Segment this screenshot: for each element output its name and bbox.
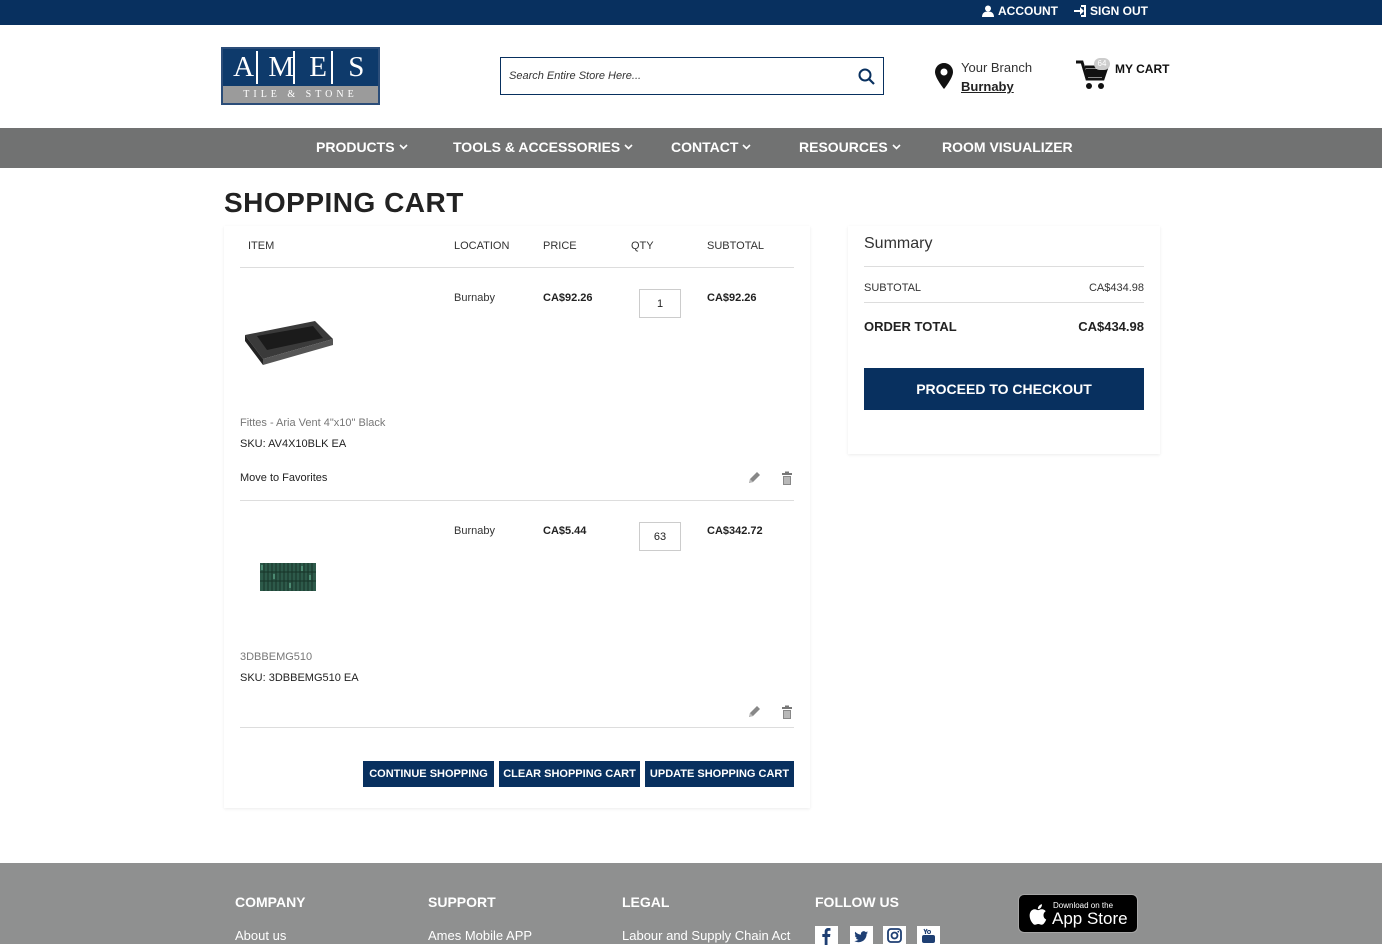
pencil-icon[interactable] — [747, 471, 761, 485]
nav-products[interactable]: PRODUCTS — [316, 139, 408, 155]
item-price: CA$5.44 — [543, 525, 587, 537]
logo-letters: A M E S — [223, 49, 378, 86]
logo-letter: E — [306, 51, 333, 84]
item-price: CA$92.26 — [543, 292, 593, 304]
chevron-down-icon — [892, 144, 901, 150]
nav-room-visualizer[interactable]: ROOM VISUALIZER — [942, 139, 1073, 155]
site-footer: COMPANY SUPPORT LEGAL FOLLOW US About us… — [0, 863, 1382, 946]
ames-logo[interactable]: A M E S TILE & STONE — [221, 47, 380, 105]
nav-resources-label: RESOURCES — [799, 139, 888, 155]
proceed-to-checkout-button[interactable]: PROCEED TO CHECKOUT — [864, 368, 1144, 410]
footer-heading-legal: LEGAL — [622, 894, 670, 910]
order-total-value: CA$434.98 — [1078, 319, 1144, 334]
clear-shopping-cart-button[interactable]: CLEAR SHOPPING CART — [499, 761, 640, 787]
nav-tools-accessories[interactable]: TOOLS & ACCESSORIES — [453, 139, 633, 155]
item-subtotal: CA$342.72 — [707, 525, 763, 537]
column-header-item: ITEM — [248, 240, 275, 252]
site-header: A M E S TILE & STONE Your Branch Burnaby… — [0, 25, 1382, 128]
nav-resources[interactable]: RESOURCES — [799, 139, 901, 155]
app-store-big-text: App Store — [1052, 909, 1128, 928]
item-sku: SKU: 3DBBEMG510 EA — [240, 672, 359, 684]
account-link[interactable]: ACCOUNT — [981, 4, 1058, 18]
summary-title: Summary — [864, 235, 933, 252]
youtube-icon[interactable] — [917, 926, 940, 946]
divider — [864, 266, 1144, 267]
top-bar: ACCOUNT SIGN OUT — [0, 0, 1382, 25]
cart-items-panel: ITEM LOCATION PRICE QTY SUBTOTAL Burnaby… — [224, 226, 810, 808]
nav-products-label: PRODUCTS — [316, 139, 395, 155]
divider — [240, 267, 794, 268]
logo-letter: S — [348, 51, 365, 83]
move-to-favorites-link[interactable]: Move to Favorites — [240, 472, 327, 484]
nav-contact-label: CONTACT — [671, 139, 739, 155]
column-header-subtotal: SUBTOTAL — [707, 240, 765, 252]
product-name-link[interactable]: 3DBBEMG510 — [240, 651, 312, 663]
order-total-label: ORDER TOTAL — [864, 319, 957, 334]
twitter-icon[interactable] — [850, 926, 873, 946]
my-cart-link[interactable]: 64 MY CART — [1075, 58, 1175, 94]
footer-link-mobile-app[interactable]: Ames Mobile APP — [428, 928, 532, 943]
cart-item-row: Burnaby CA$92.26 CA$92.26 Fittes - Aria … — [224, 273, 810, 500]
item-subtotal: CA$92.26 — [707, 292, 757, 304]
branch-label: Your Branch — [961, 60, 1033, 75]
summary-subtotal-label: SUBTOTAL — [864, 282, 922, 294]
divider — [240, 500, 794, 501]
column-header-location: LOCATION — [454, 240, 510, 252]
summary-subtotal-value: CA$434.98 — [1088, 282, 1144, 294]
sign-out-link[interactable]: SIGN OUT — [1073, 4, 1148, 18]
quantity-input[interactable] — [639, 289, 681, 318]
divider — [240, 727, 794, 728]
divider — [864, 302, 1144, 303]
chevron-down-icon — [398, 144, 408, 150]
product-name-link[interactable]: Fittes - Aria Vent 4"x10" Black — [240, 417, 385, 429]
product-image-tile[interactable] — [260, 563, 316, 591]
trash-icon[interactable] — [780, 471, 794, 485]
top-links: ACCOUNT SIGN OUT — [981, 4, 1148, 18]
item-location: Burnaby — [454, 525, 495, 537]
chevron-down-icon — [624, 144, 633, 150]
nav-room-label: ROOM VISUALIZER — [942, 139, 1073, 155]
logo-letter: A — [231, 51, 259, 84]
sign-out-icon — [1073, 5, 1086, 17]
continue-shopping-button[interactable]: CONTINUE SHOPPING — [363, 761, 494, 787]
footer-heading-support: SUPPORT — [428, 894, 496, 910]
facebook-icon[interactable] — [815, 926, 838, 946]
logo-subtitle-text: TILE & STONE — [243, 89, 358, 100]
search-input[interactable] — [509, 66, 839, 86]
search-icon[interactable] — [858, 68, 875, 85]
nav-tools-label: TOOLS & ACCESSORIES — [453, 139, 621, 155]
sign-out-label: SIGN OUT — [1089, 4, 1148, 18]
apple-icon — [1029, 904, 1047, 925]
trash-icon[interactable] — [780, 705, 794, 719]
app-store-badge[interactable]: Download on the App Store — [1018, 894, 1138, 933]
chevron-down-icon — [742, 144, 751, 150]
column-header-qty: QTY — [631, 240, 654, 252]
nav-contact[interactable]: CONTACT — [671, 139, 751, 155]
my-cart-label: MY CART — [1115, 62, 1170, 76]
page-title: SHOPPING CART — [224, 187, 464, 218]
search-box — [500, 57, 884, 95]
logo-subtitle: TILE & STONE — [223, 86, 378, 103]
footer-heading-company: COMPANY — [235, 894, 306, 910]
pencil-icon[interactable] — [747, 705, 761, 719]
cart-item-row: Burnaby CA$5.44 CA$342.72 3DBBEMG510 SKU… — [224, 506, 810, 728]
item-location: Burnaby — [454, 292, 495, 304]
main-nav: PRODUCTS TOOLS & ACCESSORIES CONTACT RES… — [0, 128, 1382, 168]
order-summary-panel: Summary SUBTOTAL CA$434.98 ORDER TOTAL C… — [848, 226, 1160, 454]
product-image-vent[interactable] — [243, 317, 335, 367]
column-header-price: PRICE — [543, 240, 577, 252]
instagram-icon[interactable] — [883, 926, 906, 946]
branch-name-link[interactable]: Burnaby — [961, 79, 1014, 94]
user-icon — [981, 5, 994, 17]
location-pin-icon — [935, 63, 953, 89]
logo-letter: M — [268, 51, 296, 84]
account-label: ACCOUNT — [997, 4, 1058, 18]
quantity-input[interactable] — [639, 522, 681, 551]
cart-count-badge: 64 — [1094, 58, 1110, 70]
footer-link-labour-act[interactable]: Labour and Supply Chain Act — [622, 928, 790, 943]
footer-heading-follow: FOLLOW US — [815, 894, 899, 910]
item-sku: SKU: AV4X10BLK EA — [240, 438, 347, 450]
footer-link-about[interactable]: About us — [235, 928, 286, 943]
update-shopping-cart-button[interactable]: UPDATE SHOPPING CART — [645, 761, 794, 787]
